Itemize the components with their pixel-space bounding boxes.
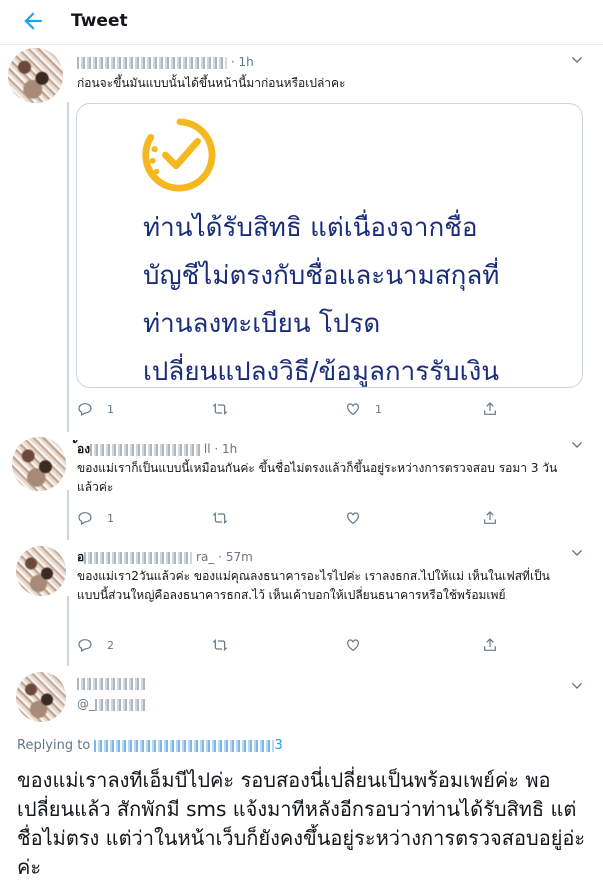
card-text-line: บัญชีไม่ตรงกับชื่อและนามสกุลที่ (143, 261, 500, 291)
share-icon (484, 402, 496, 415)
retweet-button[interactable] (212, 400, 242, 418)
tweet-actions: 2 (77, 636, 507, 654)
avatar[interactable] (16, 546, 66, 596)
author-name-redacted (77, 56, 227, 69)
retweet-button[interactable] (212, 509, 242, 527)
like-icon (347, 639, 359, 652)
chevron-down-icon (571, 56, 583, 63)
replying-label: Replying to (17, 738, 91, 753)
like-count: 1 (375, 402, 382, 416)
author-name: อ (77, 550, 85, 564)
like-icon (347, 512, 359, 525)
replying-to: Replying to 3 (17, 738, 283, 753)
chevron-down-icon (571, 549, 583, 556)
share-button[interactable] (482, 400, 512, 418)
avatar[interactable] (16, 672, 66, 722)
tweet-text: ของแม่เราก็เป็นแบบนี้เหมือนกันค่ะ ขึ้นชื… (77, 461, 558, 494)
reply-button[interactable]: 1 (77, 400, 114, 418)
share-icon (484, 638, 496, 651)
tweet-author-row (77, 676, 147, 690)
card-text-line: ท่านได้รับสิทธิ แต่เนื่องจากชื่อ (143, 213, 478, 243)
share-icon (484, 511, 496, 524)
tweet-handle-row: @_ (77, 697, 145, 711)
main-tweet-text: ของแม่เราลงทีเอ็มบีไปค่ะ รอบสองนี่เปลี่ย… (17, 768, 586, 879)
tweet-text: ก่อนจะขึ้นมันแบบนั้นได้ขึ้นหน้านี้มาก่อน… (77, 76, 346, 90)
author-handle-redacted (95, 698, 145, 711)
tweet-menu-button[interactable] (569, 545, 585, 561)
thread-tweet[interactable]: ้อง ll · 1h ของแม่เราก็เป็นแบบนี้เหมือนก… (0, 430, 603, 530)
author-name-redacted (90, 443, 201, 456)
tweet-author-row: ้อง ll · 1h (77, 442, 238, 456)
tweet-menu-button[interactable] (569, 52, 585, 68)
author-handle: @_ (77, 697, 95, 711)
reply-icon (78, 512, 92, 526)
avatar[interactable] (8, 48, 63, 103)
chevron-down-icon (571, 441, 583, 448)
tweet-time: 1h (238, 55, 254, 69)
retweet-button[interactable] (212, 636, 242, 654)
mention-link-redacted[interactable] (94, 739, 275, 752)
retweet-icon (212, 639, 228, 651)
thread-tweet[interactable]: อ ra_ · 57m ของแม่เรา2วันแล้วค่ะ ของแม่ค… (0, 537, 603, 657)
tweet-menu-button[interactable] (569, 437, 585, 453)
tweet-text: ของแม่เรา2วันแล้วค่ะ ของแม่คุณลงธนาคารอะ… (77, 569, 550, 602)
share-button[interactable] (482, 636, 512, 654)
author-handle: ra_ (196, 550, 215, 564)
card-text-line: เปลี่ยนแปลงวิธี/ข้อมูลการรับเงิน (143, 357, 500, 387)
mention-tail[interactable]: 3 (274, 738, 282, 753)
retweet-icon (212, 512, 228, 524)
tweet-menu-button[interactable] (569, 678, 585, 694)
reply-count: 1 (107, 402, 114, 416)
tweet-author-row: · 1h (77, 55, 254, 69)
tweet-time: 57m (225, 550, 253, 564)
share-button[interactable] (482, 509, 512, 527)
reply-button[interactable]: 2 (77, 636, 114, 654)
reply-count: 1 (107, 511, 114, 525)
tweet-actions: 1 1 (77, 400, 507, 418)
tweet-time: 1h (222, 442, 238, 456)
reply-icon (78, 639, 92, 653)
avatar[interactable] (12, 437, 66, 491)
author-handle: ll (203, 442, 211, 456)
like-icon (347, 403, 359, 416)
reply-icon (78, 403, 92, 417)
like-button[interactable] (345, 509, 375, 527)
chevron-down-icon (571, 682, 583, 689)
author-name-redacted (77, 677, 147, 690)
card-text-line: ท่านลงทะเบียน โปรด (143, 309, 381, 339)
author-name: ้อง (77, 442, 91, 456)
card-text: ท่านได้รับสิทธิ แต่เนื่องจากชื่อ บัญชีไม… (143, 204, 500, 387)
tweet-author-row: อ ra_ · 57m (77, 550, 253, 564)
like-button[interactable] (345, 636, 375, 654)
thread-tweet[interactable]: · 1h ก่อนจะขึ้นมันแบบนั้นได้ขึ้นหน้านี้ม… (0, 0, 603, 430)
like-button[interactable]: 1 (345, 400, 382, 418)
reply-count: 2 (107, 638, 114, 652)
retweet-icon (212, 403, 228, 415)
reply-button[interactable]: 1 (77, 509, 114, 527)
tweet-actions: 1 (77, 509, 507, 527)
author-name-redacted (84, 551, 193, 564)
check-circle-icon (142, 118, 216, 192)
image-card[interactable]: ท่านได้รับสิทธิ แต่เนื่องจากชื่อ บัญชีไม… (76, 103, 583, 388)
